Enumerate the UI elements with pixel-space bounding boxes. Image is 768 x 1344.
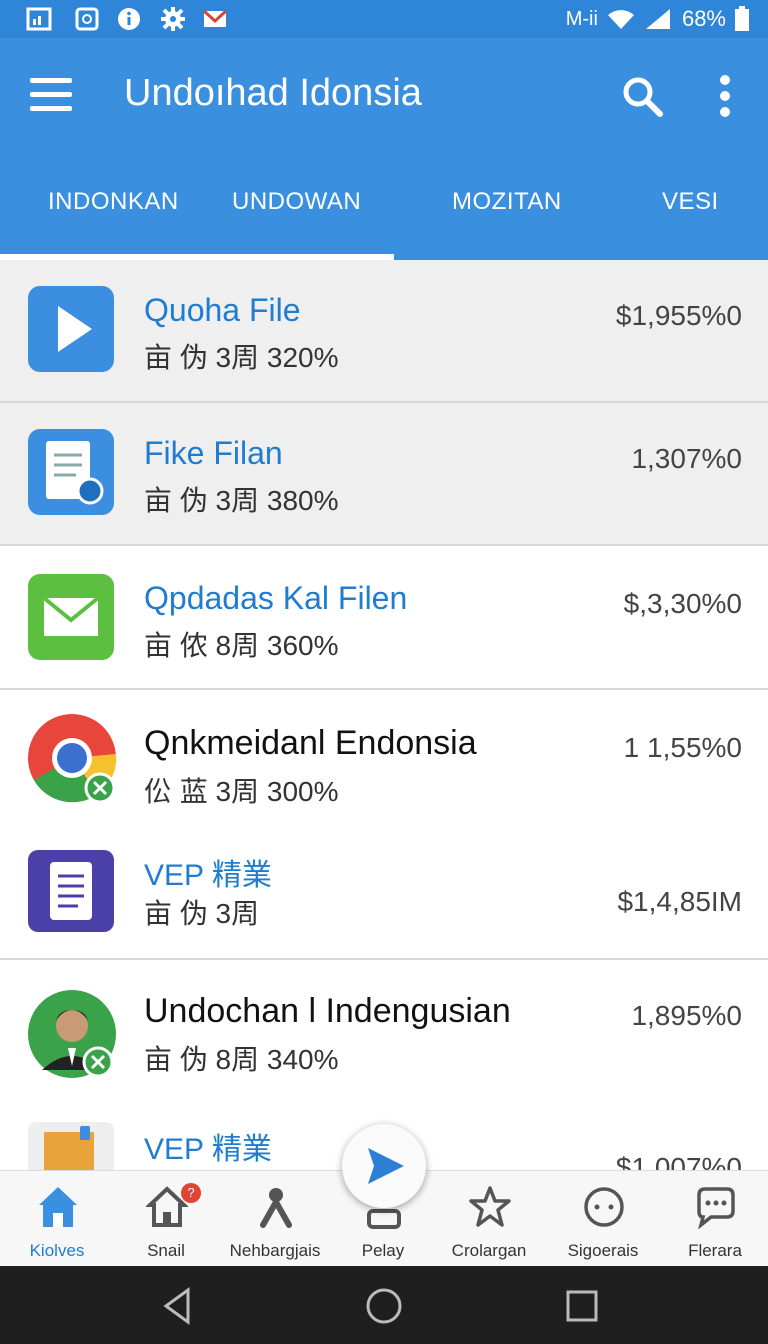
- item-subtitle: 伀 蓝 3周 300%: [144, 776, 339, 807]
- person-icon: [260, 1188, 292, 1228]
- more-options-icon[interactable]: [712, 74, 738, 118]
- item-subtitle: 亩 伪 3周 320%: [144, 342, 339, 373]
- list-item[interactable]: Qpdadas Kal Filen 亩 侬 8周 360% $,3,30%0: [0, 546, 768, 688]
- nav-item-crolargan[interactable]: Crolargan: [434, 1171, 544, 1267]
- item-title: Qnkmeidanl Endonsia: [144, 724, 477, 762]
- nav-item-flerara[interactable]: Flerara: [660, 1171, 768, 1267]
- nav-label: Crolargan: [451, 1241, 527, 1260]
- item-value: $,3,30%0: [623, 588, 742, 619]
- star-icon: [469, 1186, 511, 1227]
- chrome-icon: [28, 714, 117, 804]
- mail-icon: [28, 574, 114, 660]
- item-value: 1 1,55%0: [623, 732, 742, 763]
- item-subtitle: 亩 侬 8周 360%: [144, 630, 339, 661]
- nav-label: Snail: [147, 1241, 185, 1260]
- list-item[interactable]: Quoha File 亩 伪 3周 320% $1,955%0: [0, 260, 768, 402]
- settings-gear-icon: [161, 7, 185, 31]
- list-item[interactable]: VEP 精業 亩 伪 3周 $1,4,85IM: [0, 828, 768, 958]
- nav-label: Flerara: [688, 1241, 742, 1260]
- page-title: Undoıhad Idonsia: [124, 72, 422, 114]
- nav-item-sigoerais[interactable]: Sigoerais: [548, 1171, 658, 1267]
- nav-label: Nehbargjais: [229, 1241, 321, 1260]
- folder-icon: [28, 1122, 114, 1170]
- back-icon[interactable]: [158, 1286, 198, 1326]
- item-value: 1,307%0: [631, 443, 742, 474]
- item-title: Quoha File: [144, 292, 301, 328]
- nav-label: Pelay: [361, 1241, 405, 1260]
- tab-vesi[interactable]: VESI: [662, 188, 719, 216]
- home-icon: [39, 1187, 77, 1227]
- wifi-icon: [607, 10, 634, 29]
- mail-icon: [202, 9, 228, 27]
- send-fab-button[interactable]: [342, 1124, 426, 1208]
- item-title: VEP 精業: [144, 859, 272, 892]
- message-icon: [697, 1187, 735, 1229]
- carrier-label: M-ii: [565, 7, 598, 30]
- gallery-icon: [26, 7, 52, 31]
- list-item[interactable]: Fike Filan 亩 伪 3周 380% 1,307%0: [0, 403, 768, 545]
- tab-mozitan[interactable]: MOZITAN: [452, 188, 562, 216]
- tab-undowan[interactable]: UNDOWAN: [232, 188, 361, 216]
- battery-icon: [735, 6, 749, 31]
- chat-dots-icon: [584, 1187, 624, 1227]
- tab-indonkan[interactable]: INDONKAN: [48, 188, 179, 216]
- nav-item-nehbargjais[interactable]: Nehbargjais: [220, 1171, 330, 1267]
- video-play-icon: [28, 286, 114, 372]
- battery-percent: 68%: [681, 6, 726, 31]
- info-icon: [118, 8, 140, 30]
- document-icon: [28, 429, 114, 515]
- tab-bar: INDONKAN UNDOWAN MOZITAN VESI: [0, 168, 768, 260]
- item-subtitle: 亩 伪 3周: [144, 898, 260, 929]
- item-title: Fike Filan: [144, 435, 283, 471]
- notes-icon: [28, 850, 114, 932]
- search-icon[interactable]: [620, 74, 664, 118]
- list-item[interactable]: Undochan l Indengusian 亩 伪 8周 340% 1,895…: [0, 960, 768, 1100]
- item-title: VEP 精業: [144, 1133, 272, 1166]
- status-right: M-ii 68%: [566, 4, 750, 34]
- nav-label: Kiolves: [29, 1241, 85, 1260]
- item-title: Qpdadas Kal Filen: [144, 580, 408, 616]
- item-value: 1,895%0: [631, 1000, 742, 1031]
- item-title: Undochan l Indengusian: [144, 992, 511, 1030]
- avatar-icon: [28, 990, 116, 1078]
- screenshot-icon: [75, 7, 99, 31]
- item-value: $1,955%0: [615, 300, 742, 331]
- item-subtitle: 亩 伪 8周 340%: [144, 1044, 339, 1075]
- file-list: Quoha File 亩 伪 3周 320% $1,955%0 Fike Fil…: [0, 260, 768, 1170]
- signal-icon: [645, 9, 670, 29]
- item-subtitle: 亩 伪 3周 380%: [144, 485, 339, 516]
- home-circle-icon[interactable]: [364, 1286, 404, 1326]
- status-bar: M-ii 68%: [0, 0, 768, 38]
- system-nav-bar: [0, 1266, 768, 1344]
- send-arrow-icon: [368, 1148, 404, 1184]
- notification-badge: ?: [181, 1183, 201, 1203]
- nav-item-snail[interactable]: ? Snail: [111, 1171, 221, 1267]
- nav-item-kiolves[interactable]: Kiolves: [2, 1171, 112, 1267]
- item-value: $1,4,85IM: [617, 886, 742, 917]
- app-bar: Undoıhad Idonsia INDONKAN UNDOWAN MOZITA…: [0, 38, 768, 260]
- hamburger-menu-icon[interactable]: [30, 78, 72, 112]
- nav-label: Sigoerais: [567, 1241, 639, 1260]
- recents-icon[interactable]: [562, 1286, 602, 1326]
- item-value: $1,007%0: [615, 1152, 742, 1170]
